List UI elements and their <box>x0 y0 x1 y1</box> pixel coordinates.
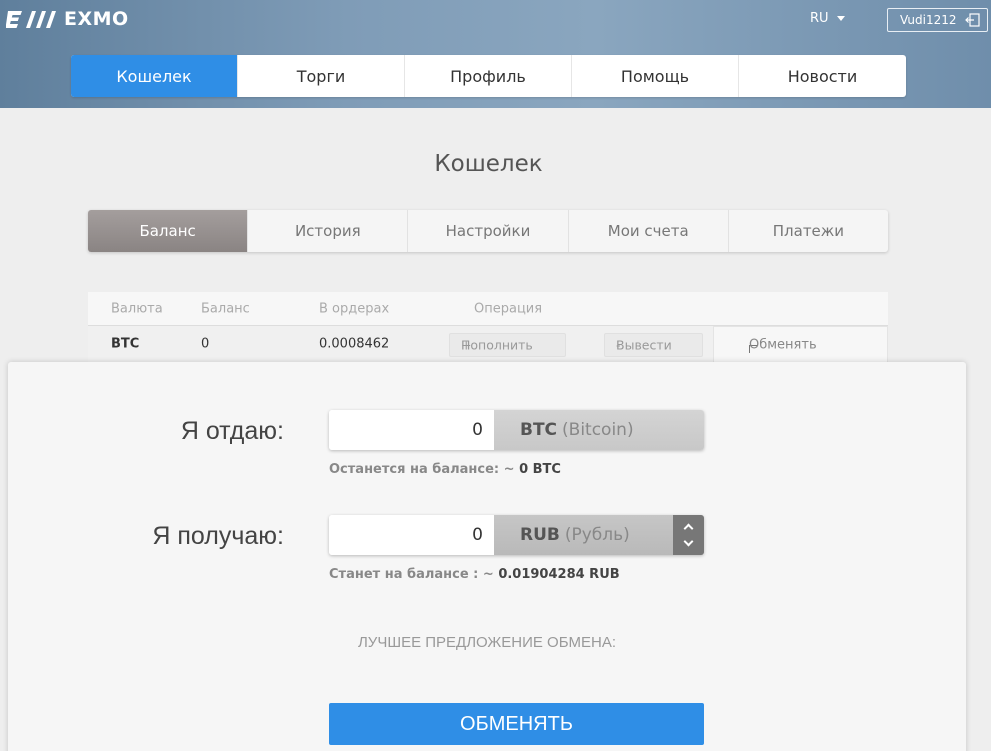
header-currency: Валюта <box>111 301 163 316</box>
receive-label: Я получаю: <box>152 522 284 550</box>
receive-field: RUB (Рубль) <box>329 515 704 555</box>
tab-balance[interactable]: Баланс <box>88 210 249 252</box>
give-field: BTC (Bitcoin) <box>329 410 704 450</box>
user-logout-button[interactable]: Vudi1212 <box>887 8 988 32</box>
give-hint-label: Останется на балансе: ~ <box>329 462 515 477</box>
select-arrows-icon[interactable] <box>673 515 704 555</box>
language-label: RU <box>810 11 829 26</box>
logo-text: EXMO <box>64 8 129 30</box>
nav-profile[interactable]: Профиль <box>405 55 572 97</box>
give-currency-name: (Bitcoin) <box>562 420 634 440</box>
language-selector[interactable]: RU <box>810 11 845 26</box>
exchange-toggle-button[interactable]: Обменять <box>713 326 888 362</box>
header-in-orders: В ордерах <box>319 301 390 316</box>
logout-icon <box>964 13 980 27</box>
exchange-submit-button[interactable]: ОБМЕНЯТЬ <box>329 703 704 745</box>
deposit-label: Пополнить <box>461 337 533 353</box>
exmo-logo[interactable]: EXMO <box>6 6 129 32</box>
receive-hint-label: Станет на балансе : ~ <box>329 567 494 582</box>
username: Vudi1212 <box>900 13 957 27</box>
row-balance: 0 <box>201 336 210 352</box>
exchange-toggle-label: Обменять <box>749 337 817 352</box>
tab-history[interactable]: История <box>248 210 409 252</box>
table-row: BTC 0 0.0008462 + Пополнить - Вывести Об… <box>88 326 888 362</box>
caret-down-icon <box>836 16 845 21</box>
receive-currency-name: (Рубль) <box>564 525 630 545</box>
give-amount-input[interactable] <box>329 410 494 450</box>
table-header: Валюта Баланс В ордерах Операция <box>88 292 888 326</box>
nav-help[interactable]: Помощь <box>572 55 739 97</box>
deposit-button[interactable]: + Пополнить <box>449 333 566 357</box>
withdraw-button[interactable]: - Вывести <box>604 333 703 357</box>
give-hint: Останется на балансе: ~ 0 BTC <box>329 462 561 477</box>
balance-table: Валюта Баланс В ордерах Операция BTC 0 0… <box>88 292 888 362</box>
chevron-up-icon <box>683 523 694 534</box>
tab-payments[interactable]: Платежи <box>729 210 888 252</box>
exmo-logo-icon <box>6 11 56 28</box>
page-title: Кошелек <box>434 151 543 177</box>
row-in-orders: 0.0008462 <box>319 336 390 352</box>
top-header: EXMO RU Vudi1212 Кошелек Торги Профиль П… <box>0 0 991 108</box>
row-currency: BTC <box>111 336 140 352</box>
give-currency-code: BTC <box>520 420 558 440</box>
main-nav: Кошелек Торги Профиль Помощь Новости <box>71 55 906 97</box>
receive-amount-input[interactable] <box>329 515 494 555</box>
give-currency: BTC (Bitcoin) <box>494 410 704 450</box>
receive-currency-code: RUB <box>520 525 560 545</box>
give-hint-value: 0 BTC <box>519 462 561 477</box>
withdraw-label: Вывести <box>616 337 672 353</box>
tab-my-accounts[interactable]: Мои счета <box>569 210 729 252</box>
give-label: Я отдаю: <box>180 417 284 445</box>
wallet-tabs: Баланс История Настройки Мои счета Плате… <box>88 210 888 252</box>
receive-currency-select[interactable]: RUB (Рубль) <box>494 515 704 555</box>
nav-trading[interactable]: Торги <box>238 55 405 97</box>
tab-settings[interactable]: Настройки <box>408 210 569 252</box>
receive-hint: Станет на балансе : ~ 0.01904284 RUB <box>329 567 620 582</box>
chevron-down-icon <box>683 536 694 547</box>
nav-news[interactable]: Новости <box>739 55 906 97</box>
header-operation: Операция <box>474 301 543 316</box>
header-balance: Баланс <box>201 301 250 316</box>
receive-hint-value: 0.01904284 RUB <box>498 567 620 582</box>
exchange-panel: Я отдаю: BTC (Bitcoin) Останется на бала… <box>8 362 966 751</box>
best-offer-label: ЛУЧШЕЕ ПРЕДЛОЖЕНИЕ ОБМЕНА: <box>357 634 617 651</box>
nav-wallet[interactable]: Кошелек <box>71 55 238 97</box>
